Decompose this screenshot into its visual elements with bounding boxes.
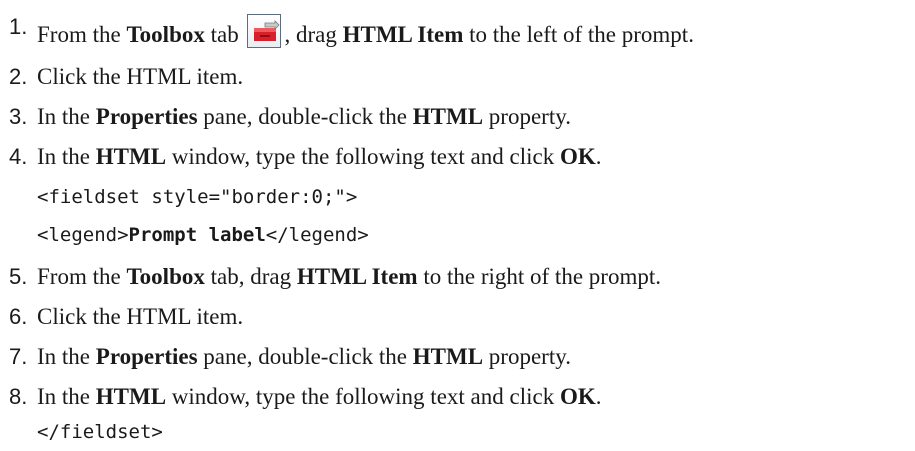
step-number: 5. — [9, 264, 28, 289]
text-run: to the left of the prompt. — [463, 22, 694, 47]
bold-term: Toolbox — [126, 264, 205, 289]
bold-term: OK — [559, 384, 596, 409]
text-run: tab — [204, 22, 245, 47]
code-snippet: </fieldset> — [37, 421, 163, 443]
text-run: . — [595, 144, 602, 169]
step-number: 8. — [9, 384, 28, 409]
code-text: <legend> — [37, 224, 129, 246]
code-text: <fieldset style="border:0;"> — [37, 186, 358, 208]
bold-term: Properties — [95, 344, 198, 369]
text-run: Click the HTML item. — [37, 64, 244, 89]
text-run: From the — [37, 22, 127, 47]
text-run: . — [595, 384, 602, 409]
step-number: 7. — [9, 344, 28, 369]
step-number: 4. — [9, 144, 28, 169]
text-run: pane, double-click the — [197, 104, 413, 129]
text-run: tab, drag — [204, 264, 297, 289]
text-run: Click the HTML item. — [37, 304, 244, 329]
step-text: In the Properties pane, double-click the… — [37, 104, 571, 130]
text-run: , drag — [284, 22, 343, 47]
step-text: Click the HTML item. — [37, 64, 243, 90]
bold-term: Toolbox — [126, 22, 205, 47]
code-text: </legend> — [265, 224, 369, 246]
bold-term: Properties — [95, 104, 198, 129]
step-text: From the Toolbox tab, drag HTML Item to … — [37, 264, 661, 290]
text-run: pane, double-click the — [197, 344, 413, 369]
bold-term: HTML — [95, 384, 167, 409]
step-text: In the Properties pane, double-click the… — [37, 344, 571, 370]
toolbox-icon — [247, 14, 282, 48]
code-bold-text: Prompt label — [128, 224, 266, 246]
step-number: 1. — [9, 14, 28, 39]
text-run: to the right of the prompt. — [417, 264, 661, 289]
text-run: window, type the following text and clic… — [166, 384, 560, 409]
code-snippet: <fieldset style="border:0;"> — [37, 186, 357, 208]
step-number: 6. — [9, 304, 28, 329]
text-run: window, type the following text and clic… — [166, 144, 560, 169]
bold-term: HTML Item — [342, 22, 464, 47]
text-run: In the — [37, 144, 96, 169]
text-run: property. — [483, 344, 571, 369]
text-run: In the — [37, 104, 96, 129]
bold-term: OK — [559, 144, 596, 169]
code-snippet: <legend>Prompt label</legend> — [37, 224, 369, 246]
text-run: In the — [37, 344, 96, 369]
bold-term: HTML Item — [296, 264, 418, 289]
text-run: From the — [37, 264, 127, 289]
text-run: property. — [483, 104, 571, 129]
step-text: From the Toolbox tab , drag HTML Item to… — [37, 14, 694, 48]
step-text: Click the HTML item. — [37, 304, 243, 330]
step-number: 3. — [9, 104, 28, 129]
bold-term: HTML — [95, 144, 167, 169]
step-number: 2. — [9, 64, 28, 89]
text-run: In the — [37, 384, 96, 409]
step-text: In the HTML window, type the following t… — [37, 144, 601, 170]
step-text: In the HTML window, type the following t… — [37, 384, 601, 410]
code-text: </fieldset> — [37, 421, 163, 443]
bold-term: HTML — [412, 104, 484, 129]
bold-term: HTML — [412, 344, 484, 369]
